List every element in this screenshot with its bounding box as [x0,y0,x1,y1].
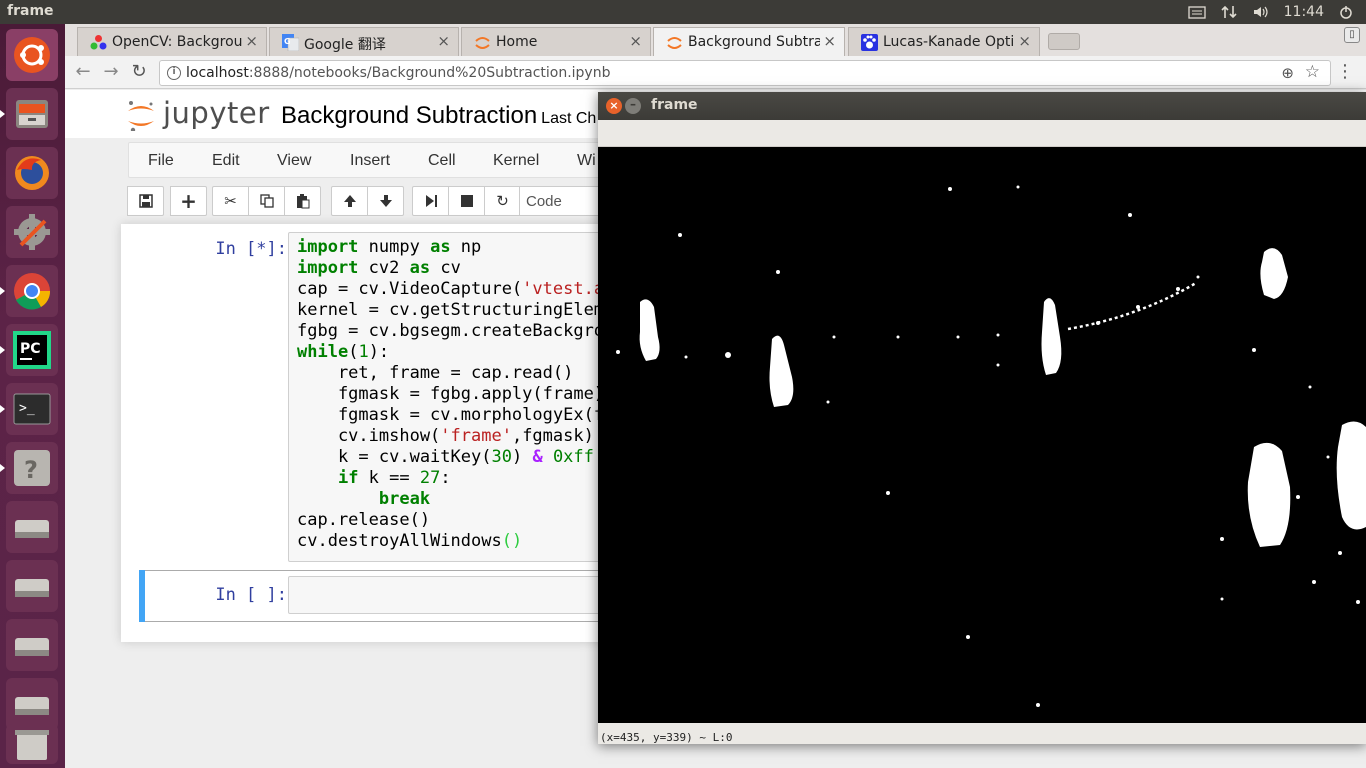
forward-icon[interactable]: → [99,61,123,85]
checkpoint-status: Last Ch [541,110,597,127]
svg-text:G: G [284,37,291,46]
files-icon[interactable] [0,88,58,140]
svg-text:?: ? [24,456,38,484]
tab-label: OpenCV: Backgrou [112,34,243,50]
clock[interactable]: 11:44 [1284,4,1324,20]
power-icon[interactable] [1338,5,1356,19]
url-host: localhost [186,65,249,81]
svg-text:>_: >_ [19,401,35,416]
tab-label: Background Subtra [688,34,820,50]
svg-text:PC: PC [20,341,41,357]
menu-cell[interactable]: Cell [428,152,456,170]
jupyter-wordmark: jupyter [163,96,270,130]
chrome-icon[interactable] [0,265,58,317]
restart-icon[interactable]: ↻ [484,186,521,216]
paste-icon[interactable] [284,186,321,216]
menu-insert[interactable]: Insert [350,152,390,170]
site-info-icon[interactable]: i [167,66,181,80]
system-top-bar: frame 11:44 [0,0,1366,24]
firefox-icon[interactable] [6,147,58,199]
save-icon[interactable] [127,186,164,216]
help-icon[interactable]: ? [0,442,58,494]
foreground-mask-image[interactable] [598,147,1366,723]
drive-icon[interactable] [6,501,58,553]
terminal-icon[interactable]: >_ [0,383,58,435]
move-down-icon[interactable] [367,186,404,216]
opencv-icon [90,34,107,51]
bookmark-star-icon[interactable]: ☆ [1305,62,1320,82]
back-icon[interactable]: ← [71,61,95,85]
tab-lucas-kanade[interactable]: Lucas-Kanade Optic × [848,27,1040,56]
browser-tab-bar: OpenCV: Backgrou × G Google 翻译 × Home × … [65,24,1366,56]
move-up-icon[interactable] [331,186,368,216]
zoom-icon[interactable]: ⊕ [1281,64,1294,82]
menu-edit[interactable]: Edit [212,152,240,170]
close-tab-icon[interactable]: × [1018,32,1031,50]
active-window-title: frame [7,3,54,19]
ubuntu-dash-icon[interactable] [6,29,58,81]
menu-kernel[interactable]: Kernel [493,152,539,170]
tab-label: Google 翻译 [304,37,386,53]
tab-background-subtraction[interactable]: Background Subtra × [653,27,845,56]
browser-toolbar: ← → ↻ i localhost:8888/notebooks/Backgro… [65,56,1366,89]
jupyter-icon [666,34,683,51]
cell-prompt: In [ ]: [215,585,287,605]
reload-icon[interactable]: ↻ [127,61,151,85]
window-titlebar[interactable]: × – frame [598,92,1366,120]
google-translate-icon: G [282,34,300,52]
opencv-frame-window[interactable]: × – frame (x=435, y=339) ~ L:0 [598,92,1366,744]
notebook-name[interactable]: Background Subtraction [281,102,537,129]
menu-file[interactable]: File [148,152,174,170]
run-icon[interactable] [412,186,449,216]
menu-view[interactable]: View [277,152,311,170]
window-statusbar: (x=435, y=339) ~ L:0 [598,723,1366,744]
close-tab-icon[interactable]: × [629,32,642,50]
notebook-title[interactable]: Background Subtraction Last Ch [281,102,596,130]
tab-label: Home [496,34,538,50]
insert-cell-icon[interactable]: + [170,186,207,216]
volume-icon[interactable] [1252,5,1270,19]
drive-icon[interactable] [6,678,58,730]
network-icon[interactable] [1220,5,1238,19]
drive-icon[interactable] [6,619,58,671]
system-tray: 11:44 [1187,0,1366,24]
trash-icon[interactable] [6,724,58,764]
drive-icon[interactable] [6,560,58,612]
chrome-menu-icon[interactable]: ⋮ [1336,61,1354,82]
system-settings-icon[interactable] [6,206,58,258]
cut-icon[interactable]: ✂ [212,186,249,216]
new-tab-button[interactable] [1048,33,1080,50]
window-close-icon[interactable]: × [606,98,622,114]
unity-launcher: PC >_ ? [0,24,65,768]
window-title: frame [651,97,698,113]
menu-widgets[interactable]: Wi [577,152,596,170]
cell-selection-bar [139,570,145,622]
tab-home[interactable]: Home × [461,27,651,56]
tab-label: Lucas-Kanade Optic [883,34,1015,50]
mask-blobs [616,185,1366,707]
jupyter-logo[interactable]: jupyter [127,96,269,133]
close-tab-icon[interactable]: × [245,32,258,50]
baidu-icon [861,34,878,51]
interrupt-icon[interactable] [448,186,485,216]
pycharm-icon[interactable]: PC [0,324,58,376]
keyboard-icon[interactable] [1187,5,1206,19]
tab-google-translate[interactable]: G Google 翻译 × [269,27,459,56]
close-tab-icon[interactable]: × [437,32,450,50]
copy-icon[interactable] [248,186,285,216]
url-path: :8888/notebooks/Background%20Subtraction… [248,65,611,81]
cell-prompt: In [*]: [215,239,287,259]
window-toolbar [598,120,1366,147]
window-restore-icon[interactable]: ▯ [1344,27,1360,43]
jupyter-icon [474,34,491,51]
jupyter-logo-icon [128,101,154,131]
tab-opencv[interactable]: OpenCV: Backgrou × [77,27,267,56]
close-tab-icon[interactable]: × [823,32,836,50]
address-bar[interactable]: i localhost:8888/notebooks/Background%20… [159,60,1331,86]
window-minimize-icon[interactable]: – [625,98,641,114]
